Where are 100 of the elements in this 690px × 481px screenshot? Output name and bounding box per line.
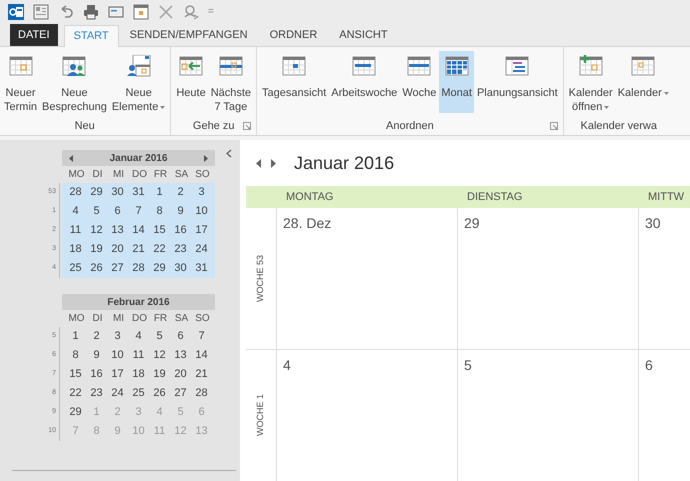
day-number[interactable]: 12 xyxy=(86,222,107,239)
send-receive-icon[interactable] xyxy=(183,4,199,20)
ribbon-button[interactable]: Kalender xyxy=(616,51,671,113)
day-number[interactable]: 12 xyxy=(149,347,170,364)
day-number[interactable]: 7 xyxy=(191,328,212,345)
day-number[interactable]: 7 xyxy=(128,203,149,220)
day-number[interactable]: 14 xyxy=(128,222,149,239)
weekday-label: DI xyxy=(92,168,104,182)
day-number[interactable]: 16 xyxy=(86,366,107,383)
mail-app-icon[interactable] xyxy=(8,4,24,20)
day-number[interactable]: 4 xyxy=(65,203,86,220)
ribbon-button[interactable]: Heute xyxy=(174,51,208,113)
day-number[interactable]: 8 xyxy=(149,203,170,220)
day-number[interactable]: 10 xyxy=(107,347,128,364)
day-number[interactable]: 20 xyxy=(107,241,128,258)
day-number[interactable]: 10 xyxy=(191,203,212,220)
day-number[interactable]: 13 xyxy=(107,222,128,239)
file-tab[interactable]: DATEI xyxy=(10,24,58,46)
ribbon-button[interactable]: Neue Elemente xyxy=(110,51,168,113)
day-number[interactable]: 28 xyxy=(191,385,212,402)
day-number[interactable]: 29 xyxy=(149,260,170,277)
day-number[interactable]: 18 xyxy=(128,366,149,383)
calendar-icon[interactable] xyxy=(133,4,149,20)
day-number[interactable]: 28 xyxy=(65,184,86,201)
day-number[interactable]: 19 xyxy=(149,366,170,383)
day-number[interactable]: 25 xyxy=(128,385,149,402)
day-number[interactable]: 2 xyxy=(86,328,107,345)
day-number[interactable]: 31 xyxy=(191,260,212,277)
day-number[interactable]: 22 xyxy=(65,385,86,402)
day-number[interactable]: 17 xyxy=(107,366,128,383)
day-label: 30 xyxy=(645,215,661,231)
layout-icon[interactable] xyxy=(33,4,49,20)
day-number[interactable]: 1 xyxy=(65,328,86,345)
day-number[interactable]: 15 xyxy=(65,366,86,383)
day-number[interactable]: 17 xyxy=(191,222,212,239)
day-number[interactable]: 23 xyxy=(170,241,191,258)
group-label: Gehe zu xyxy=(192,118,234,134)
day-number[interactable]: 6 xyxy=(107,203,128,220)
day-number[interactable]: 3 xyxy=(107,328,128,345)
ribbon-button[interactable]: Woche xyxy=(400,51,438,113)
day-number[interactable]: 25 xyxy=(65,260,86,277)
day-number[interactable]: 2 xyxy=(170,184,191,201)
day-number[interactable]: 21 xyxy=(191,366,212,383)
day-number[interactable]: 16 xyxy=(170,222,191,239)
day-number[interactable]: 24 xyxy=(107,385,128,402)
day-number[interactable]: 9 xyxy=(170,203,191,220)
day-number[interactable]: 15 xyxy=(149,222,170,239)
previous-icon[interactable] xyxy=(69,154,73,162)
ribbon-tab[interactable]: SENDEN/EMPFANGEN xyxy=(120,24,257,46)
day-number[interactable]: 5 xyxy=(86,203,107,220)
column-header: DIENSTAG xyxy=(466,190,524,205)
next-icon[interactable] xyxy=(204,154,208,162)
weekday-label: SA xyxy=(174,312,190,326)
day-number[interactable]: 20 xyxy=(170,366,191,383)
dialog-launcher-icon[interactable] xyxy=(550,122,558,130)
day-number[interactable]: 11 xyxy=(65,222,86,239)
day-number[interactable]: 24 xyxy=(191,241,212,258)
day-number[interactable]: 23 xyxy=(86,385,107,402)
ribbon-button[interactable]: Neuer Termin xyxy=(2,51,40,113)
next-icon[interactable] xyxy=(271,158,276,168)
day-number[interactable]: 1 xyxy=(149,184,170,201)
day-number[interactable]: 9 xyxy=(86,347,107,364)
previous-icon[interactable] xyxy=(256,158,261,168)
day-number[interactable]: 5 xyxy=(149,328,170,345)
day-number[interactable]: 13 xyxy=(170,347,191,364)
weekday-label: MO xyxy=(67,312,86,326)
collapse-icon[interactable] xyxy=(226,149,232,158)
day-number[interactable]: 22 xyxy=(149,241,170,258)
day-number[interactable]: 31 xyxy=(128,184,149,201)
ribbon-button[interactable]: Nächste 7 Tage xyxy=(208,51,254,113)
day-number[interactable]: 30 xyxy=(107,184,128,201)
ribbon-button[interactable]: Planungsansicht xyxy=(474,51,560,113)
dialog-launcher-icon[interactable] xyxy=(243,122,252,130)
day-number[interactable]: 14 xyxy=(191,347,212,364)
day-number[interactable]: 28 xyxy=(128,260,149,277)
ribbon-button[interactable]: Tagesansicht xyxy=(260,51,328,113)
day-number[interactable]: 11 xyxy=(128,347,149,364)
day-number[interactable]: 26 xyxy=(86,260,107,277)
day-number[interactable]: 18 xyxy=(65,241,86,258)
print-icon[interactable] xyxy=(83,4,99,20)
day-number[interactable]: 27 xyxy=(170,385,191,402)
day-number[interactable]: 26 xyxy=(149,385,170,402)
day-number[interactable]: 3 xyxy=(191,184,212,201)
ribbon-tab[interactable]: ANSICHT xyxy=(330,24,397,46)
ribbon-button[interactable]: Arbeitswoche xyxy=(329,51,400,113)
ribbon-tab[interactable]: ORDNER xyxy=(260,24,326,46)
day-number[interactable]: 30 xyxy=(170,260,191,277)
ribbon-button[interactable]: Monat xyxy=(439,51,474,113)
ribbon-button[interactable]: Neue Besprechung xyxy=(40,51,109,113)
envelope-icon[interactable] xyxy=(108,4,124,20)
day-number[interactable]: 27 xyxy=(107,260,128,277)
ribbon-button[interactable]: Kalender öffnen xyxy=(566,51,615,113)
day-number[interactable]: 29 xyxy=(86,184,107,201)
day-label: 4 xyxy=(283,357,291,373)
day-number[interactable]: 8 xyxy=(65,347,86,364)
day-number[interactable]: 29 xyxy=(65,404,86,421)
day-number[interactable]: 4 xyxy=(128,328,149,345)
day-number[interactable]: 21 xyxy=(128,241,149,258)
day-number[interactable]: 6 xyxy=(170,328,191,345)
day-number[interactable]: 19 xyxy=(86,241,107,258)
